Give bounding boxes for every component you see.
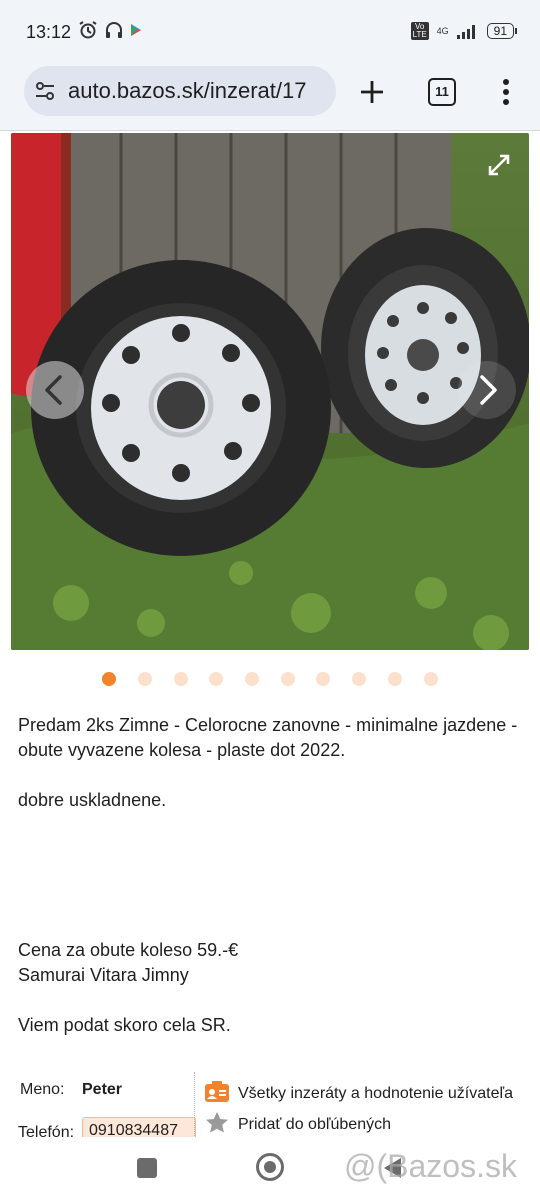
- gallery-dot[interactable]: [174, 672, 188, 686]
- status-notification-icons: [78, 20, 142, 40]
- gallery-next-button[interactable]: [458, 361, 516, 419]
- delivery-line: Viem podat skoro cela SR.: [18, 1015, 231, 1035]
- new-tab-button[interactable]: [356, 76, 388, 108]
- seller-phone-label: Telefón:: [18, 1124, 75, 1138]
- models-line: Samurai Vitara Jimny: [18, 965, 189, 985]
- network-type: 4G: [436, 26, 449, 36]
- gallery-dot[interactable]: [209, 672, 223, 686]
- bazos-watermark: @(Bazos.sk: [344, 1148, 517, 1184]
- fullscreen-expand-icon[interactable]: [482, 148, 516, 182]
- chevron-left-icon: [45, 375, 62, 405]
- add-to-favorites-link[interactable]: Pridať do obľúbených: [238, 1116, 391, 1134]
- site-settings-icon[interactable]: [34, 80, 56, 102]
- recents-button[interactable]: [137, 1158, 157, 1178]
- play-store-icon: [131, 24, 141, 36]
- tab-switcher-button[interactable]: 11: [428, 78, 456, 106]
- status-system-icons: Vo LTE 4G 91: [410, 22, 518, 40]
- gallery-dot[interactable]: [102, 672, 116, 686]
- alarm-icon: [79, 21, 97, 39]
- battery-indicator: 91: [486, 23, 518, 39]
- gallery-pagination: [0, 670, 540, 688]
- user-card-icon: [205, 1081, 229, 1102]
- seller-name-label: Meno:: [20, 1081, 65, 1098]
- volte-badge: Vo LTE: [410, 22, 429, 40]
- toolbar-divider: [0, 130, 540, 131]
- description-paragraph: Predam 2ks Zimne - Celorocne zanovne - m…: [18, 715, 518, 760]
- gallery-dot[interactable]: [281, 672, 295, 686]
- gallery-dot[interactable]: [424, 672, 438, 686]
- price-line: Cena za obute koleso 59.-€: [18, 940, 239, 960]
- browser-toolbar: auto.bazos.sk/inzerat/17 11: [0, 64, 540, 130]
- address-bar[interactable]: auto.bazos.sk/inzerat/17: [24, 66, 336, 116]
- headset-icon: [106, 22, 122, 38]
- listing-photo[interactable]: [11, 133, 529, 650]
- chevron-right-icon: [480, 375, 497, 405]
- gallery-dot[interactable]: [245, 672, 259, 686]
- star-icon: [206, 1112, 228, 1133]
- description-paragraph: dobre uskladnene.: [18, 790, 167, 810]
- info-divider: [194, 1072, 195, 1136]
- gallery-dot[interactable]: [352, 672, 366, 686]
- home-button[interactable]: [256, 1153, 284, 1181]
- status-time: 13:12: [26, 22, 72, 42]
- seller-name: Peter: [82, 1081, 123, 1098]
- all-user-ads-link[interactable]: Všetky inzeráty a hodnotenie užívateľa: [238, 1085, 513, 1103]
- more-menu-icon[interactable]: [496, 76, 516, 108]
- gallery-dot[interactable]: [388, 672, 402, 686]
- gallery-dot[interactable]: [138, 672, 152, 686]
- gallery-dot[interactable]: [316, 672, 330, 686]
- listing-description: Predam 2ks Zimne - Celorocne zanovne - m…: [18, 713, 523, 1038]
- gallery-prev-button[interactable]: [26, 361, 84, 419]
- url-text[interactable]: auto.bazos.sk/inzerat/17: [68, 78, 306, 104]
- wheels-photo-illustration: [11, 133, 529, 650]
- status-bar: 13:12 Vo LTE 4G 91: [0, 0, 540, 64]
- signal-icon: [456, 25, 475, 39]
